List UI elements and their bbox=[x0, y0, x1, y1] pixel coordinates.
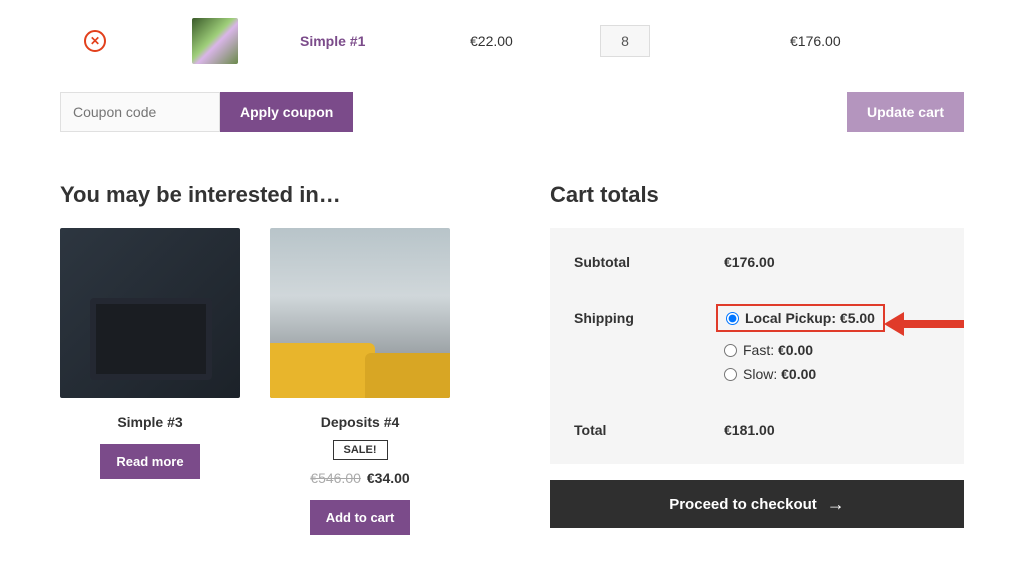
cart-actions-bar: Apply coupon Update cart bbox=[60, 92, 964, 132]
subtotal-row: Subtotal €176.00 bbox=[550, 234, 964, 290]
shipping-row: Shipping Local Pickup: €5.00 Fast: €0.00 bbox=[550, 290, 964, 402]
product-name-link[interactable]: Simple #1 bbox=[300, 33, 365, 49]
shipping-option-fast[interactable]: Fast: €0.00 bbox=[724, 342, 875, 358]
shipping-label: Shipping bbox=[574, 310, 724, 326]
update-cart-button[interactable]: Update cart bbox=[847, 92, 964, 132]
cart-item-row: ✕ Simple #1 €22.00 €176.00 bbox=[60, 0, 964, 82]
product-title: Simple #3 bbox=[60, 414, 240, 430]
shipping-options: Local Pickup: €5.00 Fast: €0.00 Slow: €0… bbox=[724, 310, 875, 382]
old-price: €546.00 bbox=[310, 470, 361, 486]
product-card: Simple #3 Read more bbox=[60, 228, 240, 535]
checkout-label: Proceed to checkout bbox=[669, 496, 817, 513]
read-more-button[interactable]: Read more bbox=[100, 444, 199, 479]
arrow-line-icon bbox=[904, 320, 964, 328]
remove-item-button[interactable]: ✕ bbox=[84, 30, 106, 52]
arrow-head-icon bbox=[884, 312, 904, 336]
arrow-annotation bbox=[884, 312, 964, 336]
subtotal-label: Subtotal bbox=[574, 254, 724, 270]
subtotal-value: €176.00 bbox=[724, 254, 775, 270]
shipping-option-label: Slow: €0.00 bbox=[743, 366, 816, 382]
product-thumbnail[interactable] bbox=[192, 18, 238, 64]
shipping-option-slow[interactable]: Slow: €0.00 bbox=[724, 366, 875, 382]
product-image[interactable] bbox=[270, 228, 450, 398]
total-row: Total €181.00 bbox=[550, 402, 964, 458]
shipping-option-local-pickup[interactable]: Local Pickup: €5.00 bbox=[726, 310, 875, 326]
coupon-input[interactable] bbox=[60, 92, 220, 132]
total-value: €181.00 bbox=[724, 422, 775, 438]
product-price: €546.00 €34.00 bbox=[270, 470, 450, 486]
current-price: €34.00 bbox=[367, 470, 410, 486]
apply-coupon-button[interactable]: Apply coupon bbox=[220, 92, 353, 132]
product-title: Deposits #4 bbox=[270, 414, 450, 430]
interested-heading: You may be interested in… bbox=[60, 182, 490, 208]
cart-totals-box: Subtotal €176.00 Shipping Local Pickup: … bbox=[550, 228, 964, 464]
sale-badge: SALE! bbox=[333, 440, 388, 460]
close-icon: ✕ bbox=[90, 34, 100, 48]
shipping-radio[interactable] bbox=[726, 312, 739, 325]
cart-totals-heading: Cart totals bbox=[550, 182, 964, 208]
add-to-cart-button[interactable]: Add to cart bbox=[310, 500, 411, 535]
product-grid: Simple #3 Read more Deposits #4 SALE! €5… bbox=[60, 228, 490, 535]
product-unit-price: €22.00 bbox=[470, 33, 600, 49]
arrow-right-icon: → bbox=[827, 494, 845, 515]
shipping-option-label: Local Pickup: €5.00 bbox=[745, 310, 875, 326]
product-subtotal: €176.00 bbox=[790, 33, 960, 49]
total-label: Total bbox=[574, 422, 724, 438]
product-card: Deposits #4 SALE! €546.00 €34.00 Add to c… bbox=[270, 228, 450, 535]
shipping-radio[interactable] bbox=[724, 368, 737, 381]
proceed-to-checkout-button[interactable]: Proceed to checkout → bbox=[550, 480, 964, 528]
shipping-option-label: Fast: €0.00 bbox=[743, 342, 813, 358]
quantity-input[interactable] bbox=[600, 25, 650, 57]
highlight-annotation: Local Pickup: €5.00 bbox=[716, 304, 885, 332]
shipping-radio[interactable] bbox=[724, 344, 737, 357]
product-image[interactable] bbox=[60, 228, 240, 398]
